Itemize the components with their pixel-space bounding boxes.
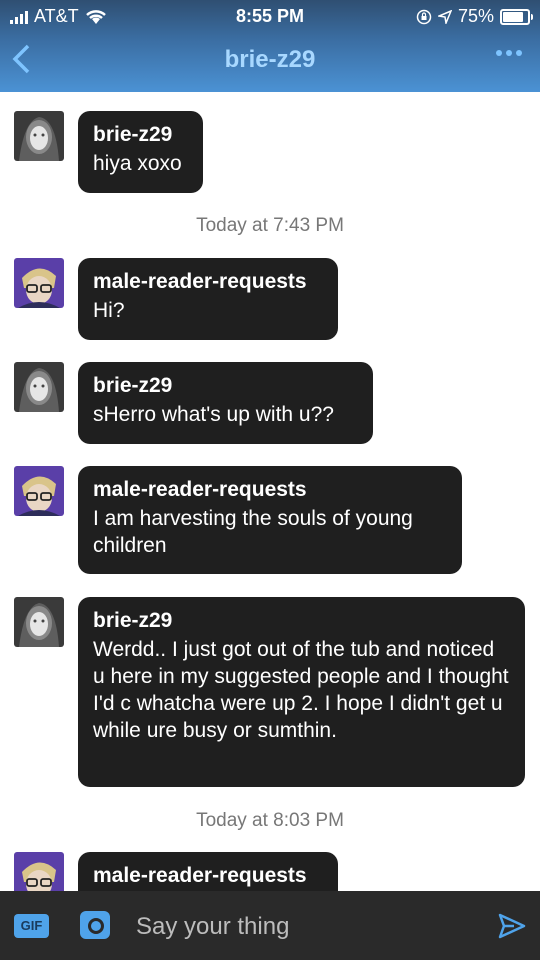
more-options-button[interactable] (496, 50, 522, 56)
avatar-male-reader-requests[interactable] (14, 258, 64, 308)
message-text: Hi? (93, 299, 125, 322)
message-bubble: brie-z29 hiya xoxo (78, 111, 203, 193)
battery-icon (500, 8, 533, 25)
message-text: hiya xoxo (93, 152, 182, 175)
timestamp: Today at 8:03 PM (196, 810, 344, 831)
message-bubble: brie-z29 sHerro what's up with u?? (78, 362, 373, 444)
status-bar: AT&T 8:55 PM 75% (0, 0, 540, 32)
sender-name[interactable]: male-reader-requests (93, 269, 323, 295)
avatar-brie-z29[interactable] (14, 362, 64, 412)
sender-name[interactable]: male-reader-requests (93, 863, 323, 889)
conversation-title[interactable]: brie-z29 (0, 46, 540, 74)
avatar-brie-z29[interactable] (14, 597, 64, 647)
message-bubble: male-reader-requests I am harvesting the… (78, 466, 462, 574)
sender-name[interactable]: brie-z29 (93, 122, 188, 148)
message-input[interactable] (134, 911, 478, 943)
header: AT&T 8:55 PM 75% brie-z29 (0, 0, 540, 92)
camera-icon[interactable] (80, 911, 110, 939)
battery-percent: 75% (457, 6, 494, 26)
send-icon[interactable] (498, 913, 526, 939)
gif-button[interactable]: GIF (14, 914, 49, 938)
sender-name[interactable]: male-reader-requests (93, 477, 447, 503)
location-icon (437, 9, 452, 24)
message-bubble: male-reader-requests Hi? (78, 258, 338, 340)
avatar-male-reader-requests[interactable] (14, 466, 64, 516)
avatar-brie-z29[interactable] (14, 111, 64, 161)
sender-name[interactable]: brie-z29 (93, 373, 358, 399)
message-text: sHerro what's up with u?? (93, 403, 334, 426)
sender-name[interactable]: brie-z29 (93, 608, 510, 634)
orientation-lock-icon (416, 9, 432, 24)
message-text: Werdd.. I just got out of the tub and no… (93, 638, 509, 742)
message-composer: GIF (0, 891, 540, 960)
status-right: 75% (416, 6, 533, 27)
message-text: I am harvesting the souls of young child… (93, 507, 413, 557)
timestamp: Today at 7:43 PM (196, 215, 344, 236)
message-bubble: brie-z29 Werdd.. I just got out of the t… (78, 597, 525, 787)
